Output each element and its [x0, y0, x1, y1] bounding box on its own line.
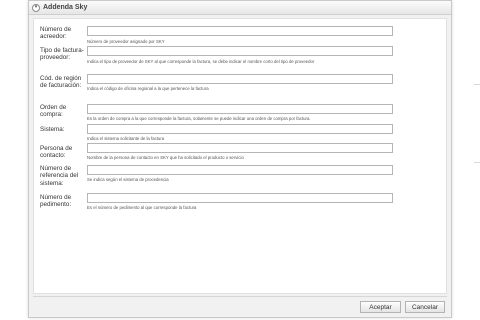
field-label: Orden de compra:: [40, 104, 67, 119]
addenda-dialog: ▾ Addenda Sky Número de acreedor: Número…: [28, 0, 452, 318]
dialog-title: Addenda Sky: [43, 4, 88, 11]
system-input[interactable]: [87, 124, 393, 134]
background-divider: [474, 84, 480, 85]
purchase-order-input[interactable]: [87, 104, 393, 114]
field-hint: Es el número de pedimento al que corresp…: [87, 205, 197, 210]
acreedor-number-input[interactable]: [87, 26, 393, 36]
invoice-type-input[interactable]: [87, 46, 393, 56]
field-label: Cód. de región de facturación:: [40, 75, 82, 90]
field-label: Número de referencia del sistema:: [40, 165, 79, 187]
billing-region-input[interactable]: [87, 74, 393, 84]
field-label: Tipo de factura-proveedor:: [40, 47, 84, 62]
field-hint: Indica el código de oficina regional a l…: [87, 86, 209, 91]
contact-person-input[interactable]: [87, 143, 393, 153]
field-hint: Indica el sistema solicitante de la fact…: [87, 136, 165, 141]
field-label: Sistema:: [40, 126, 65, 133]
field-hint: Es la orden de compra a la que correspon…: [87, 116, 311, 121]
accept-button[interactable]: Aceptar: [360, 301, 401, 313]
field-hint: Número de proveedor asignado por SKY: [87, 39, 165, 44]
cancel-button[interactable]: Cancelar: [405, 301, 445, 313]
field-hint: Indica el tipo de proveedor de SKY al qu…: [87, 59, 315, 64]
background-divider: [474, 162, 480, 163]
field-hint: Nombre de la persona de contacto en SKY …: [87, 155, 244, 160]
field-label: Persona de contacto:: [40, 145, 73, 160]
field-label: Número de pedimento:: [40, 194, 72, 209]
field-label: Número de acreedor:: [40, 26, 72, 41]
pedimento-number-input[interactable]: [87, 193, 393, 203]
circle-icon: ▾: [32, 3, 40, 12]
dialog-titlebar[interactable]: ▾ Addenda Sky: [29, 1, 451, 15]
system-reference-input[interactable]: [87, 165, 393, 175]
dialog-footer: Aceptar Cancelar: [33, 296, 447, 314]
form-panel: Número de acreedor: Número de proveedor …: [33, 18, 447, 294]
field-hint: Se indica según el sistema de procedenci…: [87, 177, 169, 182]
